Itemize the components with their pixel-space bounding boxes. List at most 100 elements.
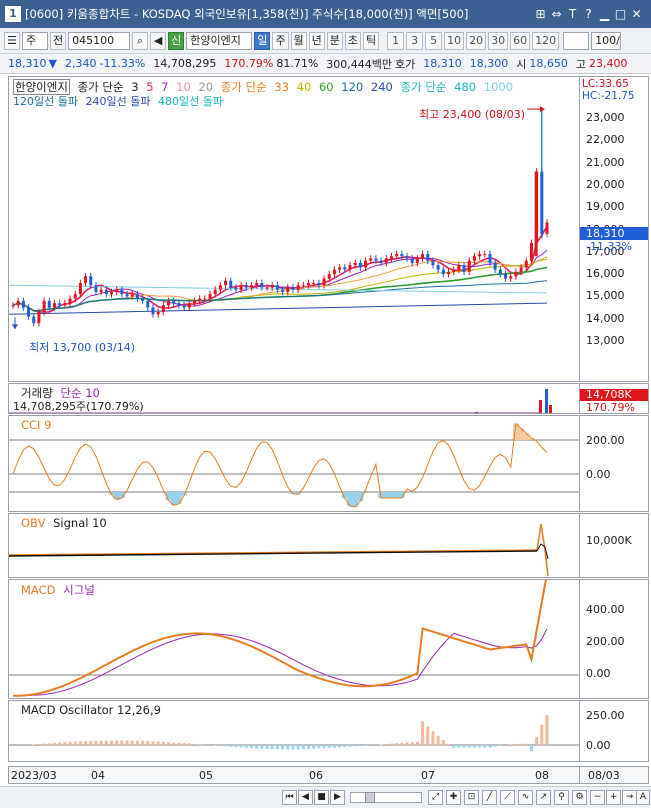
close-icon[interactable]: ✕: [630, 6, 643, 22]
volume-ratio: 170.79%: [224, 57, 274, 70]
prev-button[interactable]: 전: [50, 31, 67, 50]
interval-3-button[interactable]: 3: [406, 31, 424, 50]
high-price: 23,400: [589, 57, 628, 70]
candle-body: [472, 256, 476, 261]
font-size-icon[interactable]: T: [566, 6, 579, 22]
interval-20-button[interactable]: 20: [466, 31, 487, 50]
mode-a-button[interactable]: →: [622, 790, 637, 805]
period-year-tab[interactable]: 년: [308, 31, 325, 50]
draw-line-button[interactable]: ╱: [482, 790, 497, 805]
x-label-07: 07: [421, 769, 435, 782]
osc-bar: [275, 745, 279, 750]
search-icon[interactable]: ⌕: [132, 31, 149, 50]
osc-bar: [343, 745, 347, 748]
candle-body: [27, 307, 31, 317]
obv-pane[interactable]: OBV Signal 10: [8, 513, 580, 578]
zoom-region-button[interactable]: ⊡: [464, 790, 479, 805]
change-percent: -11.33%: [99, 57, 146, 70]
zoom-in-button[interactable]: +: [606, 790, 621, 805]
scroll-thumb[interactable]: [365, 792, 375, 803]
interval-input[interactable]: [563, 31, 590, 50]
osc-bar: [426, 726, 430, 745]
interval-120-button[interactable]: 120: [532, 31, 560, 50]
price-pane[interactable]: 한양이엔지 종가 단순 3 5 7 10 20 종가 단순 33 40 60 1…: [8, 76, 580, 382]
ma-5-label: 5: [146, 80, 154, 94]
candle-body: [275, 285, 279, 290]
restore-layout-icon[interactable]: ⊞: [534, 6, 547, 22]
text-tool-button[interactable]: A: [636, 790, 650, 805]
candle-body: [332, 269, 336, 275]
magnify-button[interactable]: ⚲: [554, 790, 569, 805]
link-icon[interactable]: ⇔: [550, 6, 563, 22]
candle-body: [47, 300, 51, 308]
interval-30-button[interactable]: 30: [488, 31, 509, 50]
interval-1-button[interactable]: 1: [387, 31, 405, 50]
volume-pane[interactable]: 거래량 단순 10 14,708,295주(170.79%): [8, 383, 580, 414]
candle-body: [307, 283, 311, 286]
osc-bar: [524, 743, 528, 745]
period-type-select[interactable]: 주: [22, 31, 48, 50]
breakout-legend: 120일선 돌파 240일선 돌파 480일선 돌파: [13, 93, 227, 109]
period-month-tab[interactable]: 월: [290, 31, 307, 50]
draw-wave-button[interactable]: ∿: [518, 790, 533, 805]
macd-signal-line: [13, 628, 548, 697]
osc-bar: [462, 745, 466, 748]
speaker-icon[interactable]: ◀: [150, 31, 167, 50]
code-input[interactable]: 045100: [68, 31, 131, 50]
osc-bar: [400, 742, 404, 745]
volume-bar: [475, 412, 478, 413]
crosshair-button[interactable]: ✚: [446, 790, 461, 805]
tools-button[interactable]: ⚙: [572, 790, 587, 805]
scroll-first-button[interactable]: ⏮: [282, 790, 297, 805]
scroll-stop-button[interactable]: ■: [314, 790, 329, 805]
candle-body: [213, 289, 217, 295]
osc-bar: [218, 745, 222, 746]
macd-oscillator-pane[interactable]: MACD Oscillator 12,26,9: [8, 700, 580, 762]
period-minute-tab[interactable]: 분: [326, 31, 343, 50]
scroll-prev-button[interactable]: ◀: [298, 790, 313, 805]
candle-body: [11, 305, 15, 307]
maximize-icon[interactable]: □: [614, 6, 627, 22]
osc-bar: [260, 745, 264, 749]
breakout-240-label: 240일선 돌파: [85, 95, 151, 108]
macd-tick-400: 400.00: [586, 603, 625, 616]
cci-pane[interactable]: CCI 9: [8, 415, 580, 512]
zoom-fit-button[interactable]: ⤢: [428, 790, 443, 805]
scroll-next-button[interactable]: ▶: [330, 790, 345, 805]
candle-body: [389, 256, 393, 259]
macd-pane[interactable]: MACD 시그널: [8, 579, 580, 699]
candle-body: [125, 294, 129, 297]
price-tick: 14,000: [586, 311, 625, 325]
osc-bar: [431, 731, 435, 745]
x-right-label: 08/03: [588, 769, 620, 782]
osc-bar: [452, 745, 456, 748]
draw-trend-button[interactable]: ⟋: [500, 790, 515, 805]
osc-bar: [244, 745, 248, 748]
quote-label: 호가: [395, 57, 416, 71]
draw-arrow-button[interactable]: ↗: [536, 790, 551, 805]
osc-bar: [514, 743, 518, 745]
osc-bar: [213, 745, 217, 746]
chart-area[interactable]: 한양이엔지 종가 단순 3 5 7 10 20 종가 단순 33 40 60 1…: [8, 76, 649, 786]
minimize-icon[interactable]: ▁: [598, 6, 611, 22]
ma-10-label: 10: [176, 80, 191, 94]
cci-title: CCI 9: [21, 418, 52, 432]
menu-icon[interactable]: ☰: [4, 31, 20, 50]
period-tick-tab[interactable]: 틱: [363, 31, 380, 50]
period-week-tab[interactable]: 주: [272, 31, 289, 50]
interval-60-button[interactable]: 60: [510, 31, 531, 50]
period-second-tab[interactable]: 초: [344, 31, 361, 50]
candle-body: [187, 303, 191, 308]
interval-10-button[interactable]: 10: [444, 31, 465, 50]
interval-5-button[interactable]: 5: [425, 31, 443, 50]
count-input[interactable]: 100/: [591, 31, 622, 50]
osc-bar: [421, 721, 425, 745]
period-day-tab[interactable]: 일: [254, 31, 271, 50]
osc-bar: [104, 740, 108, 745]
help-icon[interactable]: ?: [582, 6, 595, 22]
open-label: 시: [516, 57, 527, 71]
osc-bar: [52, 742, 56, 745]
scroll-track[interactable]: [350, 792, 422, 803]
candle-body: [301, 285, 305, 287]
zoom-out-button[interactable]: −: [590, 790, 605, 805]
